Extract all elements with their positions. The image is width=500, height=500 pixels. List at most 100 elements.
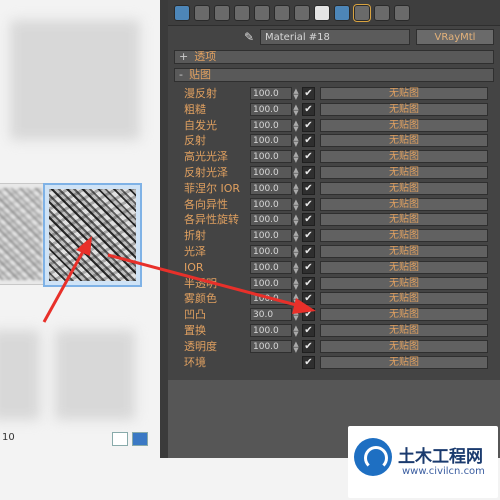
map-label: 各异性旋转 <box>184 213 239 227</box>
spinner-arrows-icon[interactable]: ▲ ▼ <box>293 214 299 227</box>
map-enable-checkbox[interactable]: ✔ <box>302 276 315 290</box>
map-enable-checkbox[interactable]: ✔ <box>302 260 315 274</box>
map-enable-checkbox[interactable]: ✔ <box>302 134 315 148</box>
map-enable-checkbox[interactable]: ✔ <box>302 181 315 195</box>
spinner-arrows-icon[interactable]: ▲ ▼ <box>293 309 299 322</box>
map-slot-button[interactable]: 无贴图 <box>320 197 488 211</box>
map-slot-button[interactable]: 无贴图 <box>320 118 488 132</box>
map-slot-button[interactable]: 无贴图 <box>320 276 488 290</box>
map-amount-spinner[interactable]: 100.0 <box>250 166 292 179</box>
map-amount-spinner[interactable]: 100.0 <box>250 229 292 243</box>
spinner-arrows-icon[interactable]: ▲ ▼ <box>293 230 299 243</box>
map-slot-button[interactable]: 无贴图 <box>320 245 488 258</box>
show-end-result-icon[interactable] <box>334 4 350 21</box>
map-row: 菲涅尔 IOR 100.0 ▲ ▼ ✔ 无贴图 <box>178 181 494 197</box>
map-slot-button[interactable]: 无贴图 <box>320 292 488 306</box>
map-amount-spinner[interactable]: 100.0 <box>250 102 292 116</box>
map-enable-checkbox[interactable]: ✔ <box>302 324 315 337</box>
show-map-icon[interactable] <box>314 4 330 21</box>
spinner-arrows-icon[interactable]: ▲ ▼ <box>293 261 299 274</box>
map-slot-button[interactable]: 无贴图 <box>320 102 488 116</box>
map-amount-spinner[interactable]: 100.0 <box>250 292 292 306</box>
texture-thumbnail-selected[interactable] <box>43 183 142 287</box>
map-amount-spinner[interactable]: 100.0 <box>250 134 292 148</box>
map-enable-checkbox[interactable]: ✔ <box>302 308 315 322</box>
map-slot-button[interactable]: 无贴图 <box>320 229 488 243</box>
make-unique-icon[interactable] <box>254 4 270 21</box>
spinner-arrows-icon[interactable]: ▲ ▼ <box>293 293 299 306</box>
map-slot-button[interactable]: 无贴图 <box>320 134 488 148</box>
map-enable-checkbox[interactable]: ✔ <box>302 118 315 132</box>
get-material-icon[interactable] <box>174 4 190 21</box>
map-row: 各异性旋转 100.0 ▲ ▼ ✔ 无贴图 <box>178 212 494 228</box>
map-enable-checkbox[interactable]: ✔ <box>302 197 315 211</box>
map-enable-checkbox[interactable]: ✔ <box>302 355 315 369</box>
map-amount-spinner[interactable]: 100.0 <box>250 324 292 337</box>
spinner-arrows-icon[interactable]: ▲ ▼ <box>293 135 299 148</box>
pick-by-material-icon[interactable] <box>394 4 410 21</box>
map-enable-checkbox[interactable]: ✔ <box>302 150 315 164</box>
spinner-arrows-icon[interactable]: ▲ ▼ <box>293 198 299 211</box>
map-enable-checkbox[interactable]: ✔ <box>302 166 315 179</box>
map-slot-button[interactable]: 无贴图 <box>320 260 488 274</box>
map-amount-spinner[interactable]: 100.0 <box>250 150 292 164</box>
rollout-header-collapsed[interactable]: + 透项 <box>174 50 494 64</box>
map-enable-checkbox[interactable]: ✔ <box>302 213 315 227</box>
map-label: 高光光泽 <box>184 150 228 164</box>
go-forward-icon[interactable] <box>374 4 390 21</box>
map-amount-spinner[interactable]: 100.0 <box>250 197 292 211</box>
map-slot-button[interactable]: 无贴图 <box>320 339 488 353</box>
map-enable-checkbox[interactable]: ✔ <box>302 245 315 258</box>
spinner-arrows-icon[interactable]: ▲ ▼ <box>293 88 299 101</box>
map-slot-button[interactable]: 无贴图 <box>320 181 488 195</box>
spinner-arrows-icon[interactable]: ▲ ▼ <box>293 182 299 195</box>
map-label: 折射 <box>184 229 206 243</box>
map-amount-spinner[interactable]: 30.0 <box>250 308 292 322</box>
spinner-arrows-icon[interactable]: ▲ ▼ <box>293 103 299 116</box>
material-type-button[interactable]: VRayMtl <box>416 29 494 45</box>
map-enable-checkbox[interactable]: ✔ <box>302 292 315 306</box>
map-slot-button[interactable]: 无贴图 <box>320 87 488 100</box>
map-slot-button[interactable]: 无贴图 <box>320 324 488 337</box>
map-enable-checkbox[interactable]: ✔ <box>302 102 315 116</box>
rollout-header-maps[interactable]: - 贴图 <box>174 68 494 82</box>
spinner-arrows-icon[interactable]: ▲ ▼ <box>293 151 299 164</box>
map-amount-spinner[interactable]: 100.0 <box>250 260 292 274</box>
go-to-parent-icon[interactable] <box>353 3 371 22</box>
map-amount-spinner[interactable]: 100.0 <box>250 87 292 100</box>
map-amount-spinner[interactable]: 100.0 <box>250 339 292 353</box>
map-amount-spinner[interactable]: 100.0 <box>250 181 292 195</box>
spinner-arrows-icon[interactable]: ▲ ▼ <box>293 325 299 338</box>
material-id-icon[interactable] <box>294 4 310 21</box>
material-name-field[interactable]: Material #18 <box>260 29 410 45</box>
map-slot-button[interactable]: 无贴图 <box>320 308 488 322</box>
map-enable-checkbox[interactable]: ✔ <box>302 339 315 353</box>
view-mode-switch <box>112 432 148 446</box>
thumbnail-view-icon[interactable] <box>132 432 148 446</box>
spinner-arrows-icon[interactable]: ▲ ▼ <box>293 167 299 180</box>
watermark-title: 土木工程网 <box>398 447 483 467</box>
map-enable-checkbox[interactable]: ✔ <box>302 87 315 100</box>
spinner-arrows-icon[interactable]: ▲ ▼ <box>293 340 299 353</box>
map-slot-button[interactable]: 无贴图 <box>320 150 488 164</box>
assign-material-icon[interactable] <box>214 4 230 21</box>
put-to-scene-icon[interactable] <box>194 4 210 21</box>
map-amount-spinner[interactable]: 100.0 <box>250 213 292 227</box>
spinner-arrows-icon[interactable]: ▲ ▼ <box>293 277 299 290</box>
map-slot-button[interactable]: 无贴图 <box>320 213 488 227</box>
details-view-icon[interactable] <box>112 432 128 446</box>
map-label: 自发光 <box>184 118 217 132</box>
put-to-library-icon[interactable] <box>274 4 290 21</box>
map-amount-spinner[interactable]: 100.0 <box>250 118 292 132</box>
map-enable-checkbox[interactable]: ✔ <box>302 229 315 243</box>
spinner-arrows-icon[interactable]: ▲ ▼ <box>293 246 299 259</box>
blurred-content <box>10 20 140 140</box>
eyedropper-icon[interactable]: ✎ <box>244 30 258 44</box>
spinner-arrows-icon[interactable]: ▲ ▼ <box>293 119 299 132</box>
map-slot-button[interactable]: 无贴图 <box>320 355 488 369</box>
texture-thumbnail[interactable] <box>0 183 47 285</box>
map-amount-spinner[interactable]: 100.0 <box>250 245 292 258</box>
map-amount-spinner[interactable]: 100.0 <box>250 276 292 290</box>
map-slot-button[interactable]: 无贴图 <box>320 166 488 179</box>
reset-map-icon[interactable] <box>234 4 250 21</box>
